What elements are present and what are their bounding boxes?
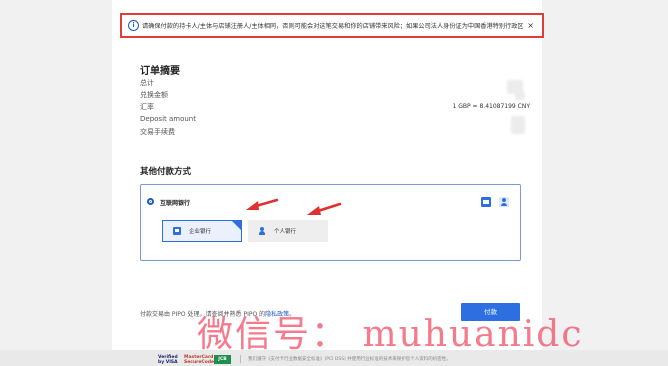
red-arrow-icon <box>246 198 279 210</box>
mastercard-logo: MasterCard SecureCode <box>184 355 215 365</box>
red-arrow-icon <box>307 202 342 215</box>
visa-logo: Verified by VISA <box>158 355 178 365</box>
divider <box>240 355 241 363</box>
jcb-logo: JCB <box>214 355 231 364</box>
pci-compliance-text: 我们遵守《支付卡行业数据安全标准》(PCI DSS) 并使用行业标准的技术来保护… <box>248 357 451 362</box>
